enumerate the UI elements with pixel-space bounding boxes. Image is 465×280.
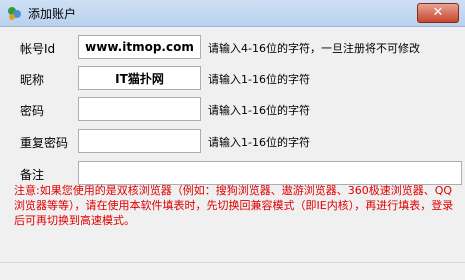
compatibility-notice: 注意:如果您使用的是双核浏览器（例如：搜狗浏览器、遨游浏览器、360极速浏览器、… [14, 184, 454, 227]
account-input[interactable] [78, 35, 201, 59]
password-label: 密码 [20, 104, 45, 118]
remark-label: 备注 [20, 168, 45, 182]
close-button[interactable]: ✕ [417, 3, 459, 23]
footer-divider [0, 262, 465, 263]
add-account-form: 帐号Id 请输入4-16位的字符，一旦注册将不可修改 昵称 请输入1-16位的字… [0, 26, 465, 280]
account-label: 帐号Id [20, 42, 56, 56]
window-title: 添加账户 [28, 7, 77, 21]
nickname-input[interactable] [78, 66, 201, 90]
confirm-password-label: 重复密码 [20, 136, 69, 150]
remark-input[interactable] [78, 161, 462, 185]
app-icon [6, 5, 22, 21]
password-hint: 请输入1-16位的字符 [208, 104, 310, 117]
title-bar: 添加账户 ✕ [0, 0, 465, 27]
confirm-password-hint: 请输入1-16位的字符 [208, 136, 310, 149]
confirm-password-input[interactable] [78, 129, 201, 153]
account-hint: 请输入4-16位的字符，一旦注册将不可修改 [208, 42, 420, 55]
close-icon: ✕ [432, 5, 444, 20]
nickname-hint: 请输入1-16位的字符 [208, 73, 310, 86]
nickname-label: 昵称 [20, 73, 45, 87]
password-input[interactable] [78, 97, 201, 121]
